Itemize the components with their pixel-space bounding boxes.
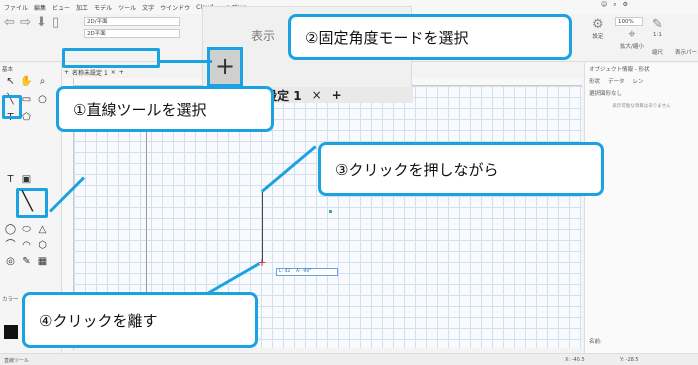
connector-step2 (160, 60, 212, 63)
gear-icon: ⚙ (592, 17, 604, 32)
panel-title: オブジェクト情報 - 形状 (589, 67, 650, 73)
undo-button[interactable]: ⇦ (4, 16, 15, 30)
circle2-tool-icon[interactable]: ◯ (4, 223, 17, 236)
tab-data[interactable]: データ (608, 77, 625, 85)
download-icon: ⬇ (36, 15, 47, 30)
status-x: X: -40.5 (565, 357, 585, 363)
document-tab[interactable]: 名称未設定 1 (72, 68, 108, 77)
ruler-icon: ✎ (652, 17, 663, 32)
menu-window[interactable]: ウインドウ (160, 3, 190, 12)
account-icon[interactable]: ☺ (601, 1, 607, 9)
spiral-tool-icon[interactable]: ◎ (4, 255, 17, 268)
angle-label: A (295, 269, 299, 274)
document-icon: ▯ (52, 15, 60, 30)
tab-shape[interactable]: 形状 (589, 77, 600, 85)
layer-combo[interactable]: 2D/平面 (84, 17, 180, 26)
inset-tab-close-icon[interactable]: × (312, 88, 322, 102)
zoom-label: 拡大/縮小 (620, 44, 644, 50)
tab-plus-icon[interactable]: + (64, 69, 69, 76)
eyedropper-tool-icon[interactable]: ✎ (20, 255, 33, 268)
fixed-angle-mode-button[interactable]: + (207, 47, 243, 87)
ratio-label: 縮尺 (652, 50, 664, 56)
import-button[interactable]: ⬇ (36, 16, 47, 30)
zoom-tool-icon[interactable]: ⌕ (36, 75, 49, 88)
inset-add-tab-icon[interactable]: + (332, 88, 342, 102)
freeform-tool-icon[interactable]: ⌒ (4, 239, 17, 252)
settings-label: 設定 (592, 34, 604, 40)
grid-tool-icon[interactable]: ▦ (36, 255, 49, 268)
status-tool: 直線ツール (4, 358, 30, 364)
scale-button[interactable]: ✎ 1:1 (652, 17, 663, 39)
length-value: 42 (284, 269, 291, 274)
close-icon[interactable]: × (111, 69, 116, 76)
document-tab-bar: + 名称未設定 1 × + (64, 67, 124, 78)
menu-edit[interactable]: 編集 (34, 3, 46, 12)
angle-value: -90° (301, 269, 312, 274)
circle-tool-icon[interactable]: ○ (36, 93, 49, 106)
pan-tool-icon[interactable]: ✋ (20, 75, 33, 88)
text-tool-large-icon[interactable]: T (4, 173, 17, 186)
highlight-line-tool: ╲ (16, 188, 48, 218)
settings-button[interactable]: ⚙ 設定 (592, 17, 604, 41)
selection-tool-icon[interactable]: ↖ (4, 75, 17, 88)
color-label: カラー (2, 297, 19, 303)
triangle-tool-icon[interactable]: △ (36, 223, 49, 236)
document-button[interactable]: ▯ (52, 16, 59, 30)
panel-tabs: 形状 データ レン (585, 75, 698, 87)
add-tab-icon[interactable]: + (119, 69, 124, 76)
tab-render[interactable]: レン (633, 77, 644, 85)
callout-step3: ③クリックを押しながら (318, 142, 604, 196)
menu-view[interactable]: ビュー (52, 3, 70, 12)
no-selection-text: 選択図形なし (589, 91, 623, 97)
scale-label: 1:1 (653, 32, 662, 38)
callout-step1: ①直線ツールを選択 (56, 86, 274, 132)
palette-header: 基本 (2, 67, 14, 73)
callout-step4: ④クリックを離す (22, 292, 258, 348)
zoom-icon: ⌖ (628, 27, 636, 42)
callout-step2: ②固定角度モードを選択 (288, 14, 572, 60)
zoom-combo[interactable]: 100% (615, 17, 643, 26)
image-tool-icon[interactable]: ▣ (20, 173, 33, 186)
redo-button[interactable]: ⇨ (20, 16, 31, 30)
undo-icon: ⇦ (4, 15, 15, 30)
gear-icon[interactable]: ⚙ (623, 1, 628, 9)
menu-file[interactable]: ファイル (4, 3, 28, 12)
highlight-mode-bar (62, 48, 160, 68)
menu-tools[interactable]: ツール (118, 3, 136, 12)
class-combo[interactable]: 2D平面 (84, 29, 180, 38)
inset-view-label: 表示 (251, 29, 276, 43)
menu-modify[interactable]: 加工 (76, 3, 88, 12)
line-tool-icon: ╲ (22, 191, 33, 212)
fill-color-swatch[interactable] (4, 325, 18, 339)
no-items-note: 表示可能な項目はありません (612, 104, 671, 109)
object-info-panel: オブジェクト情報 - 形状 形状 データ レン 選択図形なし 表示可能な項目はあ… (584, 63, 698, 353)
ellipse-tool-icon[interactable]: ⬭ (20, 223, 33, 236)
snap-point (329, 210, 332, 213)
zoom-button[interactable]: ⌖ 拡大/縮小 (620, 27, 644, 51)
name-label: 名前: (589, 339, 602, 345)
hexagon-tool-icon[interactable]: ⬡ (36, 239, 49, 252)
display-bar-label: 表示パー (675, 50, 698, 56)
search-icon[interactable]: ⌕ (613, 1, 616, 9)
status-bar: 直線ツール X: -40.5 Y: -28.5 (0, 353, 698, 365)
length-label: L (279, 269, 282, 274)
highlight-line-tool-small (2, 95, 22, 119)
redo-icon: ⇨ (20, 15, 31, 30)
line-data-tooltip: L: 42 A: -90° (276, 268, 338, 276)
menu-text[interactable]: 文字 (142, 3, 154, 12)
status-y: Y: -28.5 (620, 357, 639, 363)
arc-tool-icon[interactable]: ◠ (20, 239, 33, 252)
drawn-line[interactable] (262, 192, 263, 262)
menu-model[interactable]: モデル (94, 3, 112, 12)
